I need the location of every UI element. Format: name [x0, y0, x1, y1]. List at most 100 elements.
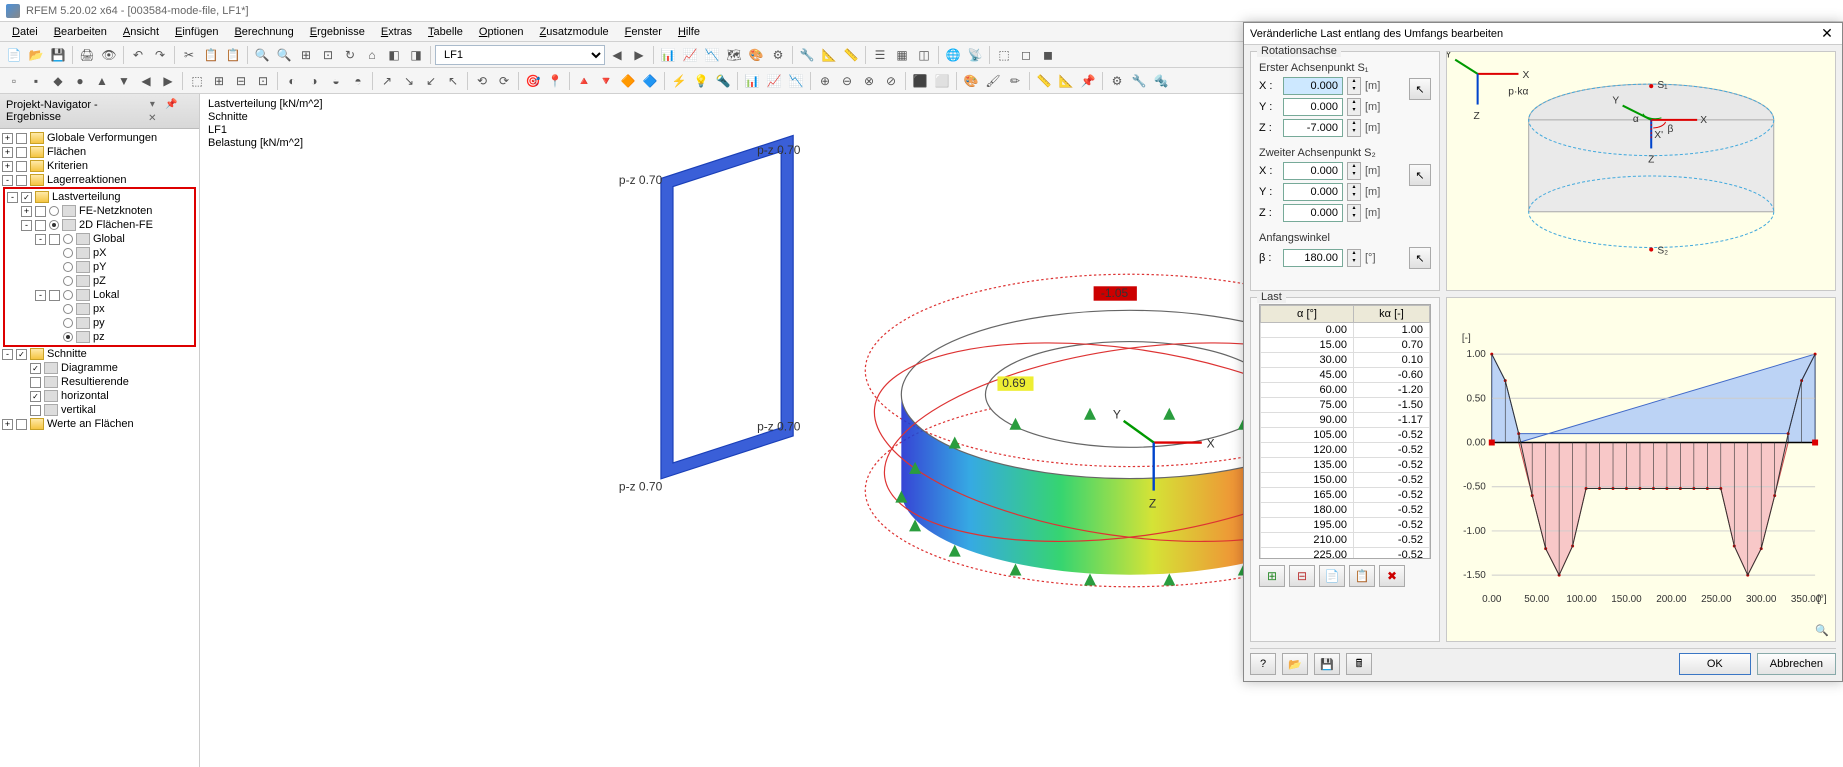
toolbar-button-tbr2-12[interactable]: ⊡ — [253, 71, 273, 91]
toolbar-button-tbr1-8[interactable]: ↷ — [150, 45, 170, 65]
toolbar-button-tbr2-14[interactable]: ◐ — [282, 71, 302, 91]
radio-icon[interactable] — [63, 332, 73, 342]
toolbar-button-tbr2-10[interactable]: ⊞ — [209, 71, 229, 91]
toolbar-button-tbr1b-1[interactable]: ▶ — [629, 45, 649, 65]
table-row[interactable]: 30.000.10 — [1261, 352, 1430, 367]
toolbar-button-tbr2-59[interactable]: ⚙ — [1107, 71, 1127, 91]
navigator-close-icon[interactable]: ✕ — [145, 111, 159, 125]
spinner-s1-z[interactable]: ▴▾ — [1347, 119, 1361, 137]
save-button[interactable]: 💾 — [1314, 653, 1340, 675]
menu-fenster[interactable]: Fenster — [617, 24, 670, 40]
tree-item-flächen[interactable]: +Flächen — [2, 145, 197, 159]
tree-item-resultierende[interactable]: Resultierende — [16, 375, 197, 389]
last-table-scroll[interactable]: α [°]kα [-] 0.001.0015.000.7030.000.1045… — [1259, 304, 1431, 559]
expand-icon[interactable]: - — [35, 290, 46, 301]
toolbar-button-tbr2-11[interactable]: ⊟ — [231, 71, 251, 91]
radio-icon[interactable] — [63, 318, 73, 328]
toolbar-button-tbr1b-10[interactable]: 🔧 — [797, 45, 817, 65]
expand-icon[interactable]: - — [2, 349, 13, 360]
toolbar-button-tbr1-16[interactable]: ⊞ — [296, 45, 316, 65]
checkbox-icon[interactable] — [49, 234, 60, 245]
radio-icon[interactable] — [63, 290, 73, 300]
menu-zusatzmodule[interactable]: Zusatzmodule — [532, 24, 617, 40]
table-row[interactable]: 210.00-0.52 — [1261, 532, 1430, 547]
checkbox-icon[interactable]: ✓ — [30, 391, 41, 402]
table-row[interactable]: 150.00-0.52 — [1261, 472, 1430, 487]
checkbox-icon[interactable] — [16, 175, 27, 186]
toolbar-button-tbr2-39[interactable]: 📊 — [742, 71, 762, 91]
toolbar-button-tbr2-27[interactable]: 🎯 — [523, 71, 543, 91]
table-row[interactable]: 225.00-0.52 — [1261, 547, 1430, 559]
tree-item-py[interactable]: pY — [49, 260, 192, 274]
toolbar-button-tbr1-0[interactable]: 📄 — [4, 45, 24, 65]
spinner-s2-y[interactable]: ▴▾ — [1347, 183, 1361, 201]
radio-icon[interactable] — [63, 248, 73, 258]
navigator-dropdown-icon[interactable]: ▾ — [145, 97, 159, 111]
pick-s1-button[interactable]: ↖ — [1409, 78, 1431, 100]
expand-icon[interactable]: + — [2, 133, 13, 144]
table-row[interactable]: 15.000.70 — [1261, 337, 1430, 352]
radio-icon[interactable] — [49, 220, 59, 230]
expand-icon[interactable]: - — [35, 234, 46, 245]
input-s2-z[interactable] — [1283, 204, 1343, 222]
radio-icon[interactable] — [63, 262, 73, 272]
toolbar-button-tbr2-37[interactable]: 🔦 — [713, 71, 733, 91]
tree-item-px[interactable]: pX — [49, 246, 192, 260]
toolbar-button-tbr1-21[interactable]: ◨ — [406, 45, 426, 65]
menu-ansicht[interactable]: Ansicht — [115, 24, 167, 40]
table-add-row-button[interactable]: ⊞ — [1259, 565, 1285, 587]
toolbar-button-tbr1b-18[interactable]: 🌐 — [943, 45, 963, 65]
toolbar-button-tbr1-11[interactable]: 📋 — [201, 45, 221, 65]
toolbar-button-tbr2-25[interactable]: ⟳ — [494, 71, 514, 91]
toolbar-button-tbr2-21[interactable]: ↙ — [421, 71, 441, 91]
toolbar-button-tbr1b-8[interactable]: ⚙ — [768, 45, 788, 65]
toolbar-button-tbr2-0[interactable]: ▫ — [4, 71, 24, 91]
toolbar-button-tbr2-19[interactable]: ↗ — [377, 71, 397, 91]
open-button[interactable]: 📂 — [1282, 653, 1308, 675]
toolbar-button-tbr1b-5[interactable]: 📉 — [702, 45, 722, 65]
tree-item-schnitte[interactable]: -✓Schnitte — [2, 347, 197, 361]
toolbar-button-tbr2-5[interactable]: ▼ — [114, 71, 134, 91]
table-row[interactable]: 165.00-0.52 — [1261, 487, 1430, 502]
tree-item-global[interactable]: -Global — [35, 232, 192, 246]
toolbar-button-tbr2-20[interactable]: ↘ — [399, 71, 419, 91]
checkbox-icon[interactable] — [16, 133, 27, 144]
input-beta[interactable] — [1283, 249, 1343, 267]
navigator-pin-icon[interactable]: 📌 — [164, 97, 178, 111]
toolbar-button-tbr2-35[interactable]: ⚡ — [669, 71, 689, 91]
toolbar-button-tbr2-44[interactable]: ⊖ — [837, 71, 857, 91]
table-row[interactable]: 45.00-0.60 — [1261, 367, 1430, 382]
toolbar-button-tbr2-33[interactable]: 🔷 — [640, 71, 660, 91]
radio-icon[interactable] — [63, 304, 73, 314]
toolbar-button-tbr1b-23[interactable]: ◼ — [1038, 45, 1058, 65]
toolbar-button-tbr1-4[interactable]: 🖨 — [77, 45, 97, 65]
cancel-button[interactable]: Abbrechen — [1757, 653, 1836, 675]
toolbar-button-tbr2-22[interactable]: ↖ — [443, 71, 463, 91]
toolbar-button-tbr2-15[interactable]: ◑ — [304, 71, 324, 91]
tree-item-globale-verformungen[interactable]: +Globale Verformungen — [2, 131, 197, 145]
toolbar-button-tbr1b-14[interactable]: ☰ — [870, 45, 890, 65]
toolbar-button-tbr1-12[interactable]: 📋 — [223, 45, 243, 65]
checkbox-icon[interactable] — [16, 419, 27, 430]
toolbar-button-tbr2-6[interactable]: ◀ — [136, 71, 156, 91]
menu-berechnung[interactable]: Berechnung — [226, 24, 301, 40]
toolbar-button-tbr2-40[interactable]: 📈 — [764, 71, 784, 91]
ok-button[interactable]: OK — [1679, 653, 1751, 675]
toolbar-button-tbr1-2[interactable]: 💾 — [48, 45, 68, 65]
toolbar-button-tbr2-52[interactable]: 🖌 — [983, 71, 1003, 91]
navigator-tree[interactable]: +Globale Verformungen+Flächen+Kriterien-… — [0, 129, 199, 767]
tree-item-lokal[interactable]: -Lokal — [35, 288, 192, 302]
toolbar-button-tbr2-60[interactable]: 🔧 — [1129, 71, 1149, 91]
radio-icon[interactable] — [49, 206, 59, 216]
menu-datei[interactable]: Datei — [4, 24, 46, 40]
checkbox-icon[interactable]: ✓ — [21, 192, 32, 203]
table-row[interactable]: 60.00-1.20 — [1261, 382, 1430, 397]
input-s1-z[interactable] — [1283, 119, 1343, 137]
checkbox-icon[interactable]: ✓ — [30, 363, 41, 374]
checkbox-icon[interactable]: ✓ — [16, 349, 27, 360]
toolbar-button-tbr1b-12[interactable]: 📏 — [841, 45, 861, 65]
menu-ergebnisse[interactable]: Ergebnisse — [302, 24, 373, 40]
toolbar-button-tbr2-41[interactable]: 📉 — [786, 71, 806, 91]
table-header[interactable]: α [°] — [1261, 305, 1354, 322]
table-clear-button[interactable]: ✖ — [1379, 565, 1405, 587]
